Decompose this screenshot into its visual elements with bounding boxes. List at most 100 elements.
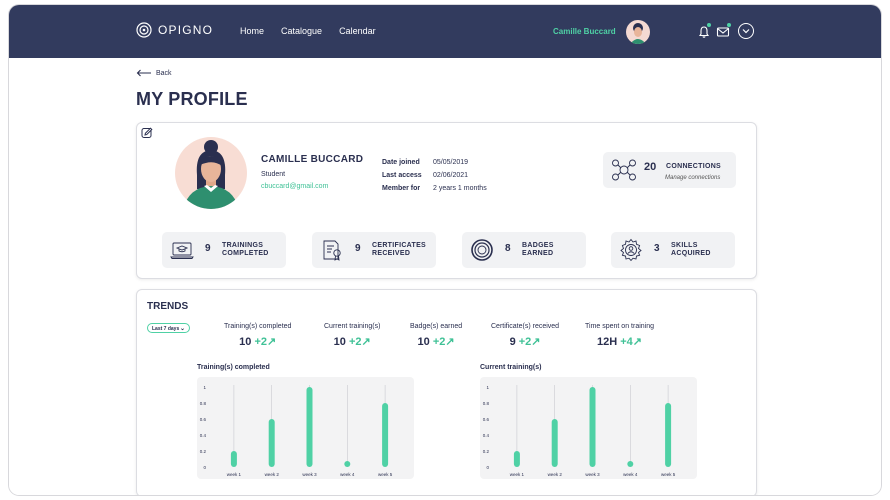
chart-training-completed: 00.20.40.60.81week 1 week 2 week 3 week 4 we… — [197, 377, 414, 479]
stat-label-line: BADGES — [522, 242, 554, 249]
stat-label: SKILLS ACQUIRED — [671, 242, 711, 258]
profile-role: Student — [261, 171, 286, 178]
chart-bar — [513, 451, 520, 467]
stat-label-line: RECEIVED — [372, 250, 411, 257]
stat-label-line: ACQUIRED — [671, 250, 711, 257]
nav-home[interactable]: Home — [240, 26, 264, 36]
kpi-label: Badge(s) earned — [410, 323, 463, 330]
profile-illustration-icon — [183, 140, 239, 209]
y-tick-label: 0.2 — [200, 449, 207, 454]
meta-value: 02/06/2021 — [433, 172, 469, 179]
y-tick-label: 0.4 — [200, 433, 207, 438]
chevron-down-icon — [742, 29, 750, 34]
stat-number: 3 — [654, 243, 660, 254]
chart-bar — [382, 403, 389, 467]
nav-calendar[interactable]: Calendar — [339, 26, 376, 36]
stat-number: 9 — [205, 243, 211, 254]
stat-skills-acquired[interactable]: 3 SKILLS ACQUIRED — [611, 232, 735, 268]
connections-count: 20 — [644, 161, 657, 173]
user-menu-button[interactable] — [738, 23, 754, 39]
trends-title: TRENDS — [147, 301, 189, 312]
kpi-value: 10 +2↗ — [224, 335, 291, 348]
logo-text: OPIGNO — [158, 23, 214, 37]
certificate-icon — [323, 240, 341, 261]
back-link[interactable]: Back — [136, 69, 172, 77]
connections-network-icon — [612, 159, 636, 181]
laptop-graduation-icon — [170, 242, 194, 259]
x-tick-label: week 4 — [340, 472, 355, 477]
main-nav: Home Catalogue Calendar — [240, 26, 376, 36]
kpi-trainings-completed: Training(s) completed 10 +2↗ — [224, 323, 291, 348]
period-value: Last 7 days — [152, 326, 180, 332]
meta-value: 05/05/2019 — [433, 159, 469, 166]
meta-label: Last access — [382, 172, 422, 179]
profile-name: CAMILLE BUCCARD — [261, 154, 364, 165]
kpi-number: 9 — [509, 336, 516, 348]
trend-up-icon: ↗ — [632, 336, 642, 348]
trend-up-icon: ↗ — [361, 336, 371, 348]
stat-certificates-received[interactable]: 9 CERTIFICATES RECEIVED — [312, 232, 436, 268]
stat-label: TRAININGS COMPLETED — [222, 242, 269, 258]
kpi-label: Current training(s) — [324, 323, 381, 330]
x-tick-label: week 2 — [265, 472, 280, 477]
y-tick-label: 0.6 — [483, 417, 490, 422]
kpi-time-spent: Time spent on training 12H +4↗ — [585, 323, 654, 348]
kpi-value: 10 +2↗ — [324, 335, 380, 348]
kpi-label: Training(s) completed — [224, 323, 292, 330]
chart-bar — [230, 451, 237, 467]
chart-background — [197, 377, 414, 479]
period-select[interactable]: Last 7 days ⌄ — [147, 323, 190, 333]
kpi-delta: +2 — [254, 336, 268, 348]
trends-card: TRENDS Last 7 days ⌄ Training(s) complet… — [136, 289, 757, 495]
bell-icon[interactable] — [697, 25, 711, 39]
meta-row: Date joined 05/05/2019 — [382, 156, 487, 169]
chart-bar — [306, 387, 313, 467]
chart-bar — [665, 403, 672, 467]
chart-bar — [268, 419, 275, 467]
kpi-delta: +2 — [348, 336, 362, 348]
stat-label-line: SKILLS — [671, 242, 698, 249]
x-tick-label: week 5 — [661, 472, 676, 477]
kpi-certificates-received: Certificate(s) received 9 +2↗ — [491, 323, 559, 348]
kpi-delta: +2 — [432, 336, 446, 348]
skills-gear-icon — [620, 238, 642, 262]
kpi-value: 12H +4↗ — [585, 335, 654, 348]
chart-title: Training(s) completed — [197, 364, 270, 371]
connections-label: CONNECTIONS — [666, 163, 722, 170]
chart-current-trainings: 00.20.40.60.81week 1 week 2 week 3 week 4 we… — [480, 377, 697, 479]
user-avatar[interactable] — [626, 20, 650, 44]
stat-label: BADGES EARNED — [522, 242, 554, 258]
top-navigation-bar: OPIGNO Home Catalogue Calendar Camille B… — [9, 5, 881, 58]
logo[interactable]: OPIGNO — [136, 22, 213, 38]
user-name-link[interactable]: Camille Buccard — [553, 27, 616, 36]
trend-up-icon: ↗ — [267, 336, 277, 348]
stat-trainings-completed[interactable]: 9 TRAININGS COMPLETED — [162, 232, 286, 268]
kpi-value: 10 +2↗ — [410, 335, 462, 348]
y-tick-label: 0.4 — [483, 433, 490, 438]
message-dot — [727, 23, 731, 27]
x-tick-label: week 5 — [378, 472, 393, 477]
profile-email[interactable]: cbuccard@gmail.com — [261, 183, 328, 190]
nav-catalogue[interactable]: Catalogue — [281, 26, 322, 36]
edit-icon[interactable] — [141, 127, 153, 139]
chart-bar — [551, 419, 558, 467]
manage-connections-link[interactable]: Manage connections — [665, 175, 720, 181]
kpi-label: Time spent on training — [585, 323, 654, 330]
trend-up-icon: ↗ — [531, 336, 541, 348]
kpi-number: 10 — [417, 336, 430, 348]
stat-label-line: COMPLETED — [222, 250, 269, 257]
stat-badges-earned[interactable]: 8 BADGES EARNED — [462, 232, 586, 268]
profile-card: CAMILLE BUCCARD Student cbuccard@gmail.c… — [136, 122, 757, 279]
stat-label-line: TRAININGS — [222, 242, 264, 249]
meta-label: Date joined — [382, 159, 420, 166]
mail-icon[interactable] — [716, 25, 730, 39]
y-tick-label: 0.8 — [200, 401, 207, 406]
x-tick-label: week 1 — [510, 472, 525, 477]
chart-bar — [627, 461, 634, 467]
chart-background — [480, 377, 697, 479]
x-tick-label: week 1 — [227, 472, 242, 477]
stat-label-line: CERTIFICATES — [372, 242, 427, 249]
connections-box[interactable]: 20 CONNECTIONS Manage connections — [603, 152, 736, 188]
avatar-illustration-icon — [630, 23, 646, 44]
kpi-badges-earned: Badge(s) earned 10 +2↗ — [410, 323, 462, 348]
